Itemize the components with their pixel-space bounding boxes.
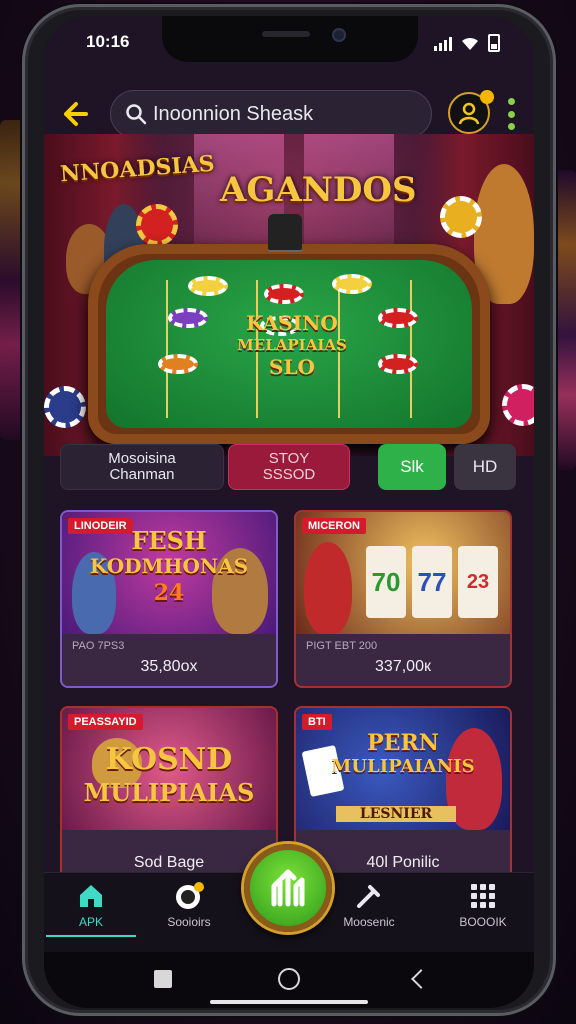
user-gold-icon[interactable] <box>448 90 494 134</box>
table-logo-line: KASINO <box>246 311 338 335</box>
battery-icon <box>488 34 500 52</box>
status-icons <box>434 34 500 52</box>
card-title: KOSND <box>105 742 233 777</box>
poker-chip-icon <box>44 386 86 428</box>
card-tag: BTI <box>302 714 332 730</box>
filter-tab-label: SSSOD <box>262 466 316 483</box>
card-price: Sod Bage <box>133 854 205 871</box>
poker-chip-icon <box>378 308 418 328</box>
filter-bar: Mosoisina Chanman STOY SSSOD Slk HD <box>44 444 534 500</box>
signal-icon <box>434 35 452 51</box>
hero-banner[interactable]: NNOADSIAS AGANDOS KASINO MELAPIAIAS SLO <box>44 134 534 456</box>
card-title: MULIPIAIAS <box>83 778 255 807</box>
top-hat <box>268 214 302 250</box>
filter-tab-2[interactable]: STOY SSSOD <box>228 444 350 490</box>
poker-table: KASINO MELAPIAIAS SLO <box>88 214 490 444</box>
card-subtitle: PAO 7PS3 <box>72 640 125 652</box>
home-indicator[interactable] <box>210 1000 368 1004</box>
grid-icon <box>438 881 528 911</box>
filter-tab-label: Chanman <box>109 466 175 483</box>
back-chevron-icon[interactable] <box>411 969 431 989</box>
slot-reel: 77 <box>412 546 452 618</box>
card-title: FESH <box>131 526 207 555</box>
card-title: MULIPAIANIS <box>331 756 475 777</box>
phone-screen: 10:16 Inoonnion Sheask NNOADSIAS AGANDOS… <box>44 16 534 1008</box>
poker-chip-icon <box>158 354 198 374</box>
card-title: PERN <box>367 730 439 756</box>
search-input[interactable] <box>153 102 413 126</box>
search-icon <box>126 104 147 125</box>
nav-item-label: BOOOIK <box>459 915 507 929</box>
tools-icon <box>324 881 414 911</box>
speaker <box>262 31 310 37</box>
slot-reel: 70 <box>366 546 406 618</box>
card-subtitle: PIGT EBT 200 <box>306 640 378 652</box>
poker-chip-icon <box>168 308 208 328</box>
notch <box>162 16 418 62</box>
poker-chip-icon <box>440 196 482 238</box>
game-card[interactable]: PEASSAYID KOSND MULIPIAIAS Sod Bage <box>60 706 278 884</box>
card-tag: PEASSAYID <box>68 714 143 730</box>
play-icon[interactable] <box>244 844 332 932</box>
card-price: 35,80ox <box>140 658 198 675</box>
front-camera <box>332 28 346 42</box>
game-card[interactable]: 70 77 23 MICERON PIGT EBT 200 337,00к <box>294 510 512 688</box>
card-price: 337,00к <box>375 658 431 675</box>
woman-character <box>304 542 352 634</box>
search-bar[interactable] <box>110 90 432 138</box>
top-bar <box>44 88 534 140</box>
filter-tab-3[interactable]: Slk <box>378 444 446 490</box>
table-logo-line: MELAPIAIAS <box>237 336 347 354</box>
game-card[interactable]: BTI PERN MULIPAIANIS LESNIER 40l Ponilic <box>294 706 512 884</box>
card-tag: MICERON <box>302 518 366 534</box>
status-time: 10:16 <box>86 32 130 51</box>
filter-tab-1[interactable]: Mosoisina Chanman <box>60 444 224 490</box>
poker-chip-icon <box>144 881 234 911</box>
nav-item-grid[interactable]: BOOOIK <box>438 881 528 929</box>
card-title: KODMHONAS <box>89 554 249 578</box>
wifi-icon <box>462 37 478 50</box>
nav-item-label: Moosenic <box>343 915 395 929</box>
nav-item-label: Sooioirs <box>167 915 211 929</box>
table-logo-line: SLO <box>269 355 315 379</box>
more-vertical-icon[interactable] <box>506 98 516 130</box>
arrow-left-icon[interactable] <box>58 98 92 132</box>
home-icon <box>46 881 136 911</box>
card-badge: LESNIER <box>336 806 456 822</box>
notification-dot <box>480 90 494 104</box>
filter-tab-4[interactable]: HD <box>454 444 516 490</box>
nav-item-label: APK <box>78 915 103 929</box>
poker-chip-icon <box>136 204 178 246</box>
system-nav-bar <box>44 952 534 1008</box>
nav-item-tools[interactable]: Moosenic <box>324 881 414 929</box>
table-logo: KASINO MELAPIAIAS SLO <box>222 312 362 378</box>
game-card[interactable]: LINODEIR FESH KODMHONAS 24 PAO 7PS3 35,8… <box>60 510 278 688</box>
nav-item-apk[interactable]: APK <box>46 881 136 937</box>
nav-item-chips[interactable]: Sooioirs <box>144 881 234 929</box>
recent-apps-icon[interactable] <box>154 970 172 988</box>
home-circle-icon[interactable] <box>278 968 300 990</box>
poker-chip-icon <box>332 274 372 294</box>
card-badge: 24 <box>153 580 185 606</box>
hero-title-right: AGANDOS <box>220 170 417 210</box>
filter-tab-label: Mosoisina <box>108 450 176 467</box>
poker-chip-icon <box>264 284 304 304</box>
filter-tab-label: STOY <box>268 450 310 467</box>
poker-chip-icon <box>188 276 228 296</box>
slot-reel: 23 <box>458 546 498 618</box>
poker-chip-icon <box>378 354 418 374</box>
